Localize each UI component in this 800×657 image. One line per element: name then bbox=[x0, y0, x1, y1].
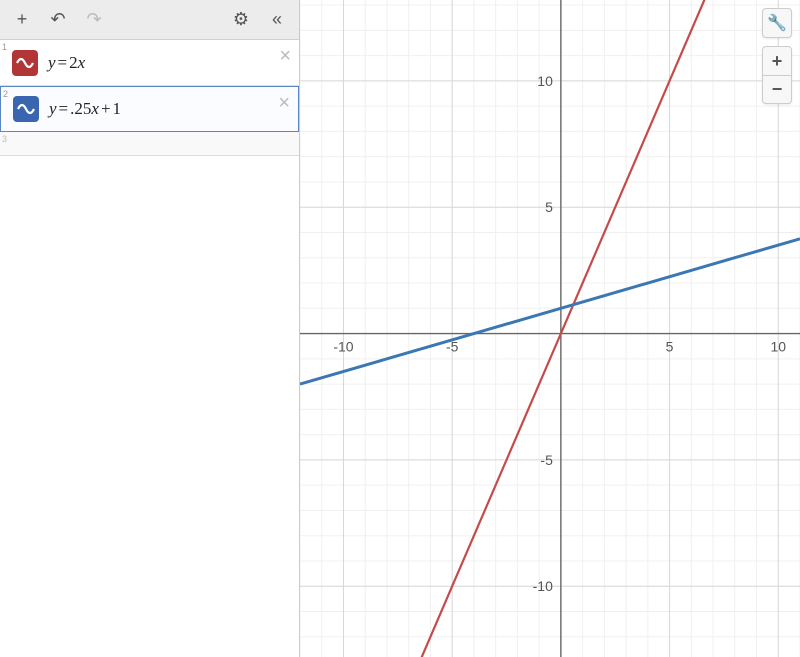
y-tick-label: 5 bbox=[545, 199, 553, 215]
expression-input[interactable]: y=.25x+1 bbox=[47, 95, 298, 123]
wrench-icon: 🔧 bbox=[767, 13, 787, 33]
y-tick-label: 10 bbox=[537, 73, 553, 89]
expression-sidebar: + ↶ ↷ ⚙ « 1 y=2x × bbox=[0, 0, 300, 657]
close-icon: × bbox=[279, 45, 291, 67]
x-tick-label: 10 bbox=[770, 339, 786, 355]
graph-settings-button[interactable]: 🔧 bbox=[762, 8, 792, 38]
color-swatch[interactable] bbox=[12, 50, 38, 76]
plus-icon: + bbox=[17, 9, 28, 30]
redo-icon: ↷ bbox=[86, 9, 101, 30]
row-index: 2 bbox=[1, 87, 11, 99]
undo-button[interactable]: ↶ bbox=[42, 6, 74, 34]
x-tick-label: -10 bbox=[333, 339, 353, 355]
gear-icon: ⚙ bbox=[233, 9, 249, 30]
expression-row[interactable]: 2 y=.25x+1 × bbox=[0, 86, 299, 132]
expression-row[interactable]: 1 y=2x × bbox=[0, 40, 299, 86]
delete-row-button[interactable]: × bbox=[279, 46, 291, 66]
y-tick-label: -10 bbox=[533, 578, 553, 594]
add-expression-button[interactable]: + bbox=[6, 6, 38, 34]
sidebar-toolbar: + ↶ ↷ ⚙ « bbox=[0, 0, 299, 40]
color-swatch[interactable] bbox=[13, 96, 39, 122]
zoom-out-button[interactable]: − bbox=[763, 75, 791, 103]
expression-list: 1 y=2x × 2 y=.25x+1 bbox=[0, 40, 299, 657]
collapse-sidebar-button[interactable]: « bbox=[261, 6, 293, 34]
delete-row-button[interactable]: × bbox=[278, 93, 290, 113]
zoom-in-button[interactable]: + bbox=[763, 47, 791, 75]
row-index: 1 bbox=[0, 40, 10, 52]
expression-input[interactable]: y=2x bbox=[46, 49, 299, 77]
y-tick-label: -5 bbox=[540, 452, 553, 468]
expression-row-empty[interactable]: 3 bbox=[0, 132, 299, 156]
wave-icon bbox=[16, 99, 36, 119]
graph-canvas[interactable]: -10-5510-10-5510 bbox=[300, 0, 800, 657]
zoom-control: + − bbox=[762, 46, 792, 104]
graph-panel[interactable]: -10-5510-10-5510 🔧 + − bbox=[300, 0, 800, 657]
chevron-left-icon: « bbox=[272, 9, 282, 30]
row-index: 3 bbox=[0, 132, 10, 144]
x-tick-label: 5 bbox=[666, 339, 674, 355]
wave-icon bbox=[15, 53, 35, 73]
redo-button[interactable]: ↷ bbox=[78, 6, 110, 34]
close-icon: × bbox=[278, 92, 290, 114]
settings-button[interactable]: ⚙ bbox=[225, 6, 257, 34]
undo-icon: ↶ bbox=[50, 9, 65, 30]
plot-line[interactable] bbox=[300, 239, 800, 384]
